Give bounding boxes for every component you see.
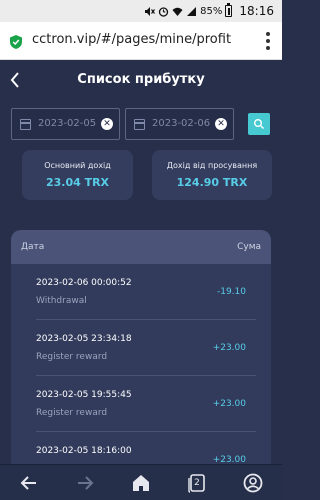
end-date-input[interactable]: 2023-02-06 ✕ <box>125 108 234 140</box>
page-title: Список прибутку <box>77 72 205 87</box>
promo-income-value: 124.90 TRX <box>176 176 248 189</box>
column-date: Дата <box>21 242 45 252</box>
row-date: 2023-02-05 23:34:18 <box>36 334 132 344</box>
row-type: Register reward <box>36 352 108 362</box>
table-header: Дата Сума <box>11 230 271 264</box>
home-icon[interactable] <box>129 471 153 495</box>
main-income-value: 23.04 TRX <box>45 176 110 189</box>
column-amount: Сума <box>237 242 261 252</box>
browser-url-bar: cctron.vip/#/pages/mine/profit <box>0 22 282 60</box>
profit-table: Дата Сума 2023-02-06 00:00:52 Withdrawal… <box>11 230 271 500</box>
lock-icon[interactable] <box>10 34 22 49</box>
table-row: 2023-02-06 00:00:52 Withdrawal -19.10 <box>11 264 271 320</box>
battery-percent: 85% <box>200 5 223 17</box>
row-amount: +23.00 <box>212 343 246 353</box>
table-row: 2023-02-05 19:55:45 Register reward +23.… <box>11 376 271 432</box>
alarm-icon <box>158 6 169 17</box>
promo-income-card: Дохід від просування 124.90 TRX <box>152 150 272 200</box>
clock: 18:16 <box>239 4 274 18</box>
row-date: 2023-02-05 18:16:00 <box>36 446 132 456</box>
row-type: Register reward <box>36 408 108 418</box>
app-header: Список прибутку <box>0 60 282 100</box>
row-type: Withdrawal <box>36 296 87 306</box>
row-date: 2023-02-06 00:00:52 <box>36 278 132 288</box>
battery-icon <box>225 3 233 17</box>
main-income-card: Основний дохід 23.04 TRX <box>22 150 133 200</box>
nav-forward-icon[interactable] <box>73 471 97 495</box>
row-amount: -19.10 <box>216 287 246 297</box>
calendar-icon <box>134 119 145 130</box>
search-icon <box>254 119 264 129</box>
status-icons: 85% 18:16 <box>144 3 274 19</box>
row-amount: +23.00 <box>212 399 246 409</box>
mute-icon <box>144 6 156 17</box>
promo-income-label: Дохід від просування <box>166 161 258 170</box>
end-date-value[interactable]: 2023-02-06 <box>152 118 210 129</box>
search-button[interactable] <box>248 113 270 135</box>
wifi-icon <box>172 6 183 17</box>
menu-dots-icon[interactable] <box>266 32 270 50</box>
table-row: 2023-02-05 23:34:18 Register reward +23.… <box>11 320 271 376</box>
status-bar: 85% 18:16 <box>0 0 282 22</box>
nav-back-icon[interactable] <box>17 471 41 495</box>
browser-bottom-nav: 2 <box>0 464 282 500</box>
start-date-input[interactable]: 2023-02-05 ✕ <box>11 108 120 140</box>
clear-icon[interactable]: ✕ <box>215 118 227 130</box>
row-date: 2023-02-05 19:55:45 <box>36 390 132 400</box>
clear-icon[interactable]: ✕ <box>101 118 113 130</box>
url-field[interactable]: cctron.vip/#/pages/mine/profit <box>32 32 231 47</box>
signal-icon <box>186 6 197 17</box>
calendar-icon <box>20 119 31 130</box>
main-income-label: Основний дохід <box>44 161 111 170</box>
tab-count: 2 <box>194 478 200 488</box>
start-date-value[interactable]: 2023-02-05 <box>38 118 96 129</box>
profile-icon[interactable] <box>241 471 265 495</box>
tabs-icon[interactable]: 2 <box>185 471 209 495</box>
